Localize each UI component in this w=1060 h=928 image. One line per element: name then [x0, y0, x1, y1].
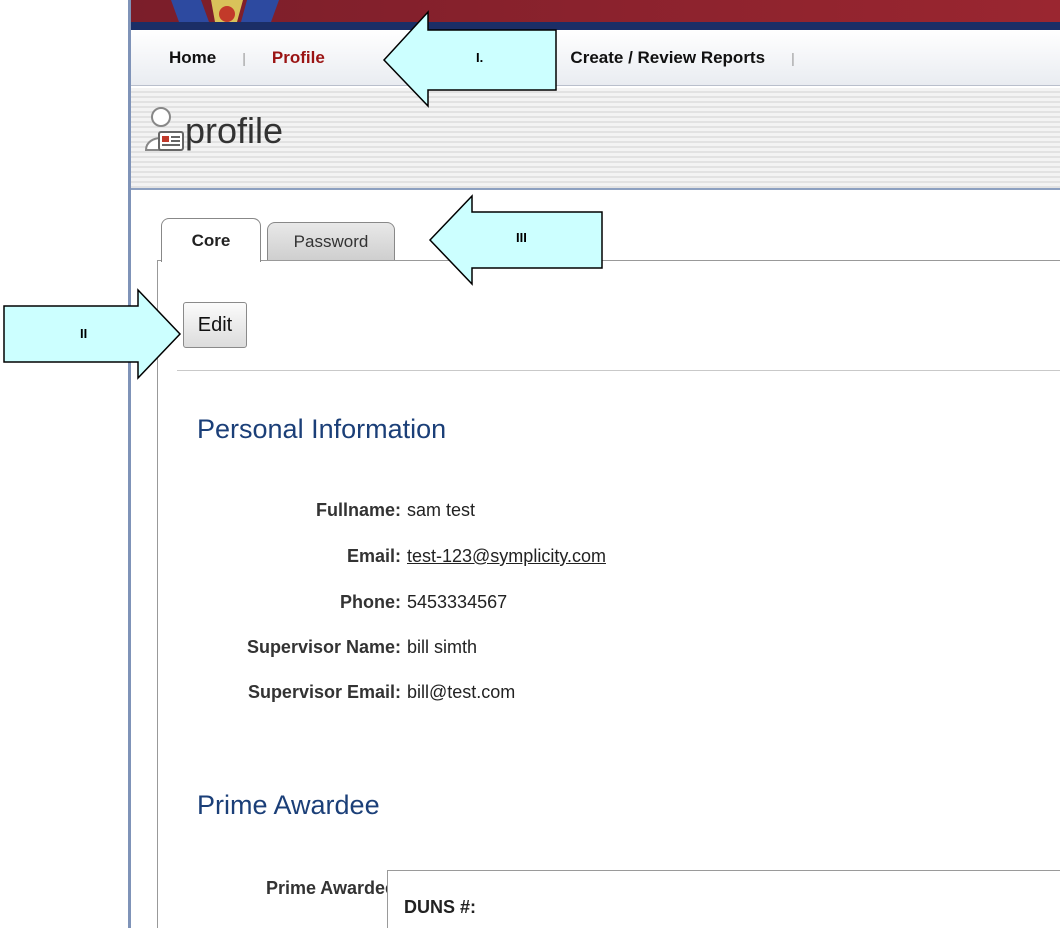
- edit-button[interactable]: Edit: [183, 302, 247, 348]
- callout-arrow-i-icon: [382, 10, 557, 108]
- field-fullname: Fullname: sam test: [131, 500, 831, 521]
- nav-separator: |: [791, 49, 795, 66]
- tab-password[interactable]: Password: [267, 222, 395, 260]
- nav-home[interactable]: Home: [169, 48, 216, 68]
- field-label: Phone:: [340, 592, 401, 612]
- tab-core-label: Core: [191, 230, 231, 250]
- callout-label-ii: II: [80, 326, 88, 341]
- prime-awardee-title: Prime Awardee: [197, 790, 380, 820]
- field-label: Email:: [346, 546, 401, 566]
- banner-emblem-icon: [171, 0, 279, 22]
- field-value: sam test: [407, 500, 476, 520]
- nav-create-review-reports[interactable]: Create / Review Reports: [570, 48, 765, 68]
- main-nav: Home | Profile | Create / Review Reports…: [131, 30, 1060, 86]
- field-label: Supervisor Email:: [247, 682, 401, 702]
- profile-card-icon: [144, 107, 184, 151]
- duns-label: DUNS #:: [404, 897, 477, 917]
- nav-profile[interactable]: Profile: [272, 48, 325, 68]
- callout-arrow-ii-icon: [3, 288, 182, 380]
- field-value: bill simth: [407, 637, 478, 657]
- page-header: profile: [131, 88, 1060, 190]
- prime-awardee-box: DUNS #:: [387, 870, 1060, 928]
- tabs-baseline: [157, 260, 1060, 261]
- field-value: 5453334567: [407, 592, 508, 612]
- field-email: Email: test-123@symplicity.com: [131, 546, 831, 567]
- field-phone: Phone: 5453334567: [131, 592, 831, 613]
- field-label: Fullname:: [315, 500, 401, 520]
- callout-label-iii: III: [516, 230, 527, 245]
- email-link[interactable]: test-123@symplicity.com: [407, 546, 606, 566]
- callout-label-i: I.: [476, 50, 484, 65]
- field-label: Supervisor Name:: [246, 637, 401, 657]
- prime-awardee-label: Prime Awardee:: [265, 878, 401, 898]
- app-frame: Home | Profile | Create / Review Reports…: [128, 0, 1060, 928]
- field-supervisor-name: Supervisor Name: bill simth: [131, 637, 831, 658]
- tab-password-label: Password: [293, 231, 369, 251]
- nav-separator: |: [242, 49, 246, 66]
- field-supervisor-email: Supervisor Email: bill@test.com: [131, 682, 831, 703]
- personal-info-title: Personal Information: [197, 414, 447, 444]
- page-title: profile: [185, 110, 284, 151]
- section-divider: [177, 370, 1060, 371]
- top-banner: [131, 0, 1060, 30]
- tab-core[interactable]: Core: [161, 218, 261, 262]
- field-value: bill@test.com: [407, 682, 516, 702]
- banner-stripe: [131, 22, 1060, 30]
